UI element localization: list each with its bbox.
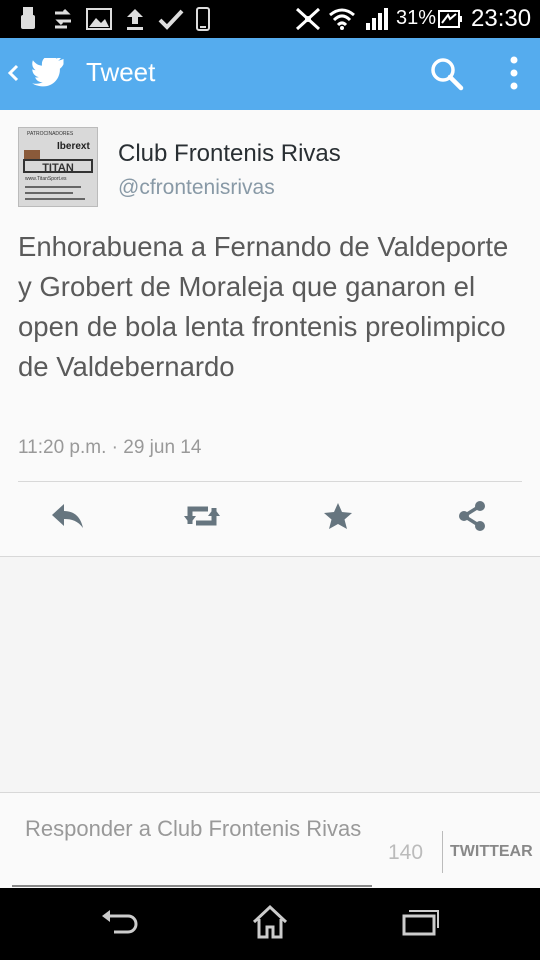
app-bar: Tweet (0, 38, 540, 110)
user-handle[interactable]: @cfrontenisrivas (118, 176, 275, 200)
avatar-logo-text: TITAN (23, 159, 93, 174)
avatar-sponsor-text: PATROCINADORES (27, 131, 74, 137)
tweet-text: Enhorabuena a Fernando de Valdeporte y G… (18, 231, 509, 382)
reply-bar: Responder a Club Frontenis Rivas 140 TWI… (0, 792, 540, 889)
tweet-card: PATROCINADORES Iberext TITAN www.TitanSp… (0, 110, 540, 557)
nfc-icon (295, 6, 321, 32)
back-button[interactable] (6, 55, 74, 94)
avatar-line (25, 192, 73, 194)
phone-icon (194, 6, 212, 32)
signal-icon (364, 6, 390, 32)
wifi-icon (328, 6, 356, 32)
reply-icon (50, 502, 86, 535)
twitter-logo-icon (32, 55, 68, 93)
avatar-line (25, 186, 81, 188)
divider (442, 831, 443, 873)
search-icon (428, 58, 466, 97)
page-title: Tweet (86, 57, 156, 87)
nav-back-button[interactable] (98, 904, 142, 944)
tweet-button[interactable]: TWITTEAR (450, 843, 533, 861)
display-name[interactable]: Club Frontenis Rivas (118, 140, 341, 168)
avatar[interactable]: PATROCINADORES Iberext TITAN www.TitanSp… (18, 127, 98, 207)
retweet-icon (181, 502, 223, 535)
avatar-line (25, 198, 85, 200)
clock: 23:30 (471, 5, 532, 32)
navigation-bar (0, 888, 540, 960)
nav-home-button[interactable] (248, 904, 292, 944)
battery-percent: 31% (396, 7, 437, 29)
battery-icon (438, 6, 462, 32)
nav-recent-apps-button[interactable] (398, 904, 442, 944)
share-button[interactable] (450, 500, 494, 536)
data-transfer-icon (52, 6, 74, 32)
recent-apps-icon (400, 907, 440, 942)
avatar-brand-text: Iberext (57, 141, 90, 152)
search-button[interactable] (428, 55, 466, 93)
overflow-menu-icon (500, 56, 528, 98)
check-icon (158, 6, 184, 32)
image-icon (86, 6, 112, 32)
home-icon (250, 904, 290, 945)
favorite-icon (323, 502, 353, 535)
share-icon (456, 500, 488, 537)
overflow-menu-button[interactable] (500, 54, 528, 94)
usb-icon (18, 6, 38, 32)
back-nav-icon (100, 908, 140, 941)
favorite-button[interactable] (316, 500, 360, 536)
retweet-button[interactable] (180, 500, 224, 536)
back-icon (6, 63, 20, 88)
avatar-url-text: www.TitanSport.es (25, 176, 67, 182)
character-counter: 140 (388, 841, 424, 864)
status-bar: 31% 23:30 (0, 0, 540, 38)
tweet-timestamp: 11:20 p.m. · 29 jun 14 (18, 437, 202, 458)
upload-icon (124, 6, 146, 32)
reply-button[interactable] (46, 500, 90, 536)
reply-input[interactable]: Responder a Club Frontenis Rivas (12, 813, 372, 887)
divider (18, 481, 522, 482)
